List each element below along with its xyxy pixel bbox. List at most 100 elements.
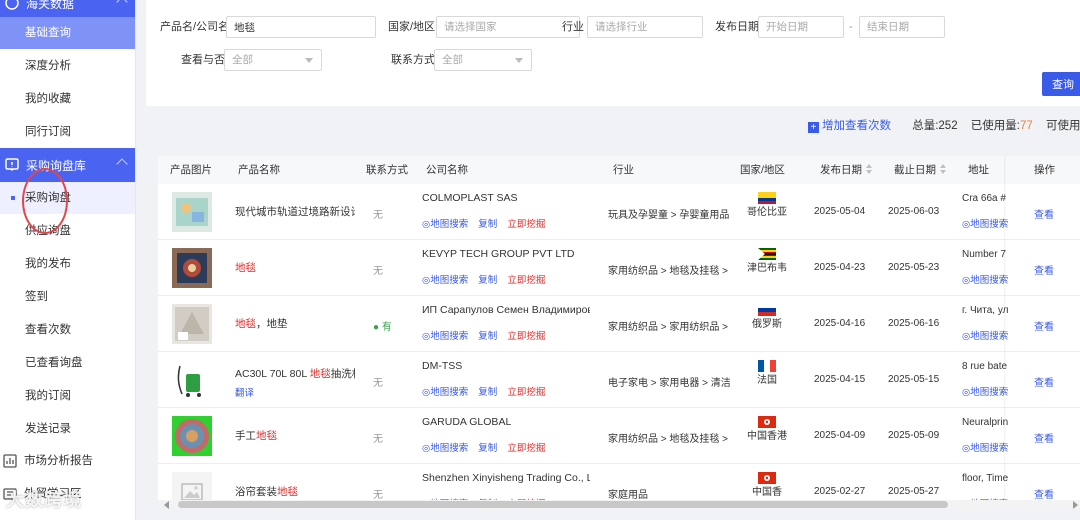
view-button[interactable]: 查看 [1034, 486, 1054, 500]
horizontal-scrollbar[interactable] [164, 500, 1080, 509]
industry: 电子家电 > 家用电器 > 清洁 [608, 378, 730, 389]
copy-link[interactable]: 复制 [478, 219, 497, 230]
view-button[interactable]: 查看 [1034, 374, 1054, 389]
view-button[interactable]: 查看 [1034, 430, 1054, 445]
sidebar-item-send-records[interactable]: 发送记录 [0, 413, 135, 445]
end-date-input[interactable] [859, 16, 945, 38]
sidebar-item-supply-inquiry[interactable]: 供应询盘 [0, 215, 135, 247]
th-name: 产品名称 [238, 156, 280, 184]
address-map-link[interactable]: ◎地图搜索 [962, 216, 1008, 230]
sidebar-item-label: 已查看询盘 [25, 357, 83, 369]
th-country: 国家/地区 [740, 156, 785, 184]
dig-now-link[interactable]: 立即挖掘 [507, 331, 545, 342]
product-thumbnail[interactable] [172, 472, 212, 500]
th-deadline[interactable]: 截止日期 [894, 156, 946, 184]
product-thumbnail[interactable] [172, 192, 212, 232]
country-flag-icon [758, 472, 776, 484]
map-search-link[interactable]: ◎地图搜索 [422, 219, 468, 230]
product-thumbnail[interactable] [172, 248, 212, 288]
industry-input[interactable] [587, 16, 703, 38]
viewed-select-value: 全部 [232, 54, 253, 66]
query-button[interactable]: 查询 [1042, 72, 1080, 96]
sidebar-group-label: 采购询盘库 [26, 158, 87, 173]
deadline-date: 2025-05-23 [888, 262, 940, 273]
product-name-text: 现代城市轨道过境路新设计 [235, 206, 355, 218]
sidebar-item-label: 查看次数 [25, 324, 71, 336]
address-map-link[interactable]: ◎地图搜索 [962, 384, 1008, 398]
country-name: 法国 [757, 375, 777, 386]
view-button[interactable]: 查看 [1034, 318, 1054, 333]
sidebar-item-peer-subscription[interactable]: 同行订阅 [0, 116, 135, 148]
sidebar-item-procurement-inquiry[interactable]: 采购询盘 [0, 182, 135, 214]
deadline-date: 2025-05-09 [888, 430, 940, 441]
scroll-right-icon[interactable] [1073, 501, 1078, 509]
dig-now-link[interactable]: 立即挖掘 [507, 275, 545, 286]
product-name-text: 手工 [235, 430, 256, 442]
copy-link[interactable]: 复制 [478, 275, 497, 286]
keyword-highlight: 地毯 [235, 318, 256, 330]
copy-link[interactable]: 复制 [478, 443, 497, 454]
address-map-link[interactable]: ◎地图搜索 [962, 440, 1008, 454]
sidebar-item-view-count[interactable]: 查看次数 [0, 314, 135, 346]
sidebar-item-favorites[interactable]: 我的收藏 [0, 83, 135, 115]
th-publish-date[interactable]: 发布日期 [820, 156, 872, 184]
map-search-link[interactable]: ◎地图搜索 [422, 387, 468, 398]
sidebar-item-label: 基础查询 [25, 27, 71, 39]
address: 8 rue bate [962, 361, 1008, 372]
th-contact: 联系方式 [366, 156, 408, 184]
available-label: 可使用量: [1046, 120, 1080, 132]
sidebar-item-deep-analysis[interactable]: 深度分析 [0, 50, 135, 82]
translate-link[interactable]: 翻译 [235, 385, 355, 399]
add-views-link[interactable]: + 增加查看次数 [808, 120, 891, 133]
viewed-select[interactable]: 全部 [224, 49, 322, 71]
deadline-date: 2025-05-27 [888, 486, 940, 497]
country-name: 津巴布韦 [747, 263, 787, 274]
map-search-link[interactable]: ◎地图搜索 [422, 275, 468, 286]
address-map-link[interactable]: ◎地图搜索 [962, 328, 1008, 342]
dig-now-link[interactable]: 立即挖掘 [507, 219, 545, 230]
deadline-date: 2025-06-16 [888, 318, 940, 329]
contact-status: ● 有 [373, 318, 392, 333]
product-thumbnail[interactable] [172, 304, 212, 344]
country-input[interactable] [436, 16, 580, 38]
view-button[interactable]: 查看 [1034, 262, 1054, 277]
product-input[interactable] [226, 16, 376, 38]
sidebar-item-my-posts[interactable]: 我的发布 [0, 248, 135, 280]
map-search-link[interactable]: ◎地图搜索 [422, 331, 468, 342]
start-date-input[interactable] [758, 16, 844, 38]
industry-label: 行业 [562, 21, 584, 33]
product-thumbnail[interactable] [172, 416, 212, 456]
sidebar-item-check-in[interactable]: 签到 [0, 281, 135, 313]
contact-status-text: 无 [373, 434, 383, 445]
address-map-link[interactable]: ◎地图搜索 [962, 272, 1008, 286]
total-value: 252 [938, 120, 958, 132]
product-thumbnail[interactable] [172, 360, 212, 400]
deadline-date: 2025-06-03 [888, 206, 940, 217]
sidebar-item-basic-query[interactable]: 基础查询 [0, 17, 135, 49]
sidebar-item-market-report[interactable]: 市场分析报告 [0, 445, 135, 477]
industry: 家用纺织品 > 家用纺织品 > 地 [608, 322, 730, 333]
copy-link[interactable]: 复制 [478, 387, 497, 398]
contact-status: 无 [373, 374, 383, 389]
publish-date: 2025-02-27 [814, 486, 866, 497]
dig-now-link[interactable]: 立即挖掘 [507, 443, 545, 454]
contact-select[interactable]: 全部 [434, 49, 532, 71]
dig-now-link[interactable]: 立即挖掘 [507, 387, 545, 398]
sidebar-item-viewed-inquiries[interactable]: 已查看询盘 [0, 347, 135, 379]
sidebar-item-my-subscriptions[interactable]: 我的订阅 [0, 380, 135, 412]
th-address: 地址 [968, 156, 989, 184]
table-row: AC30L 70L 80L 地毯抽洗机翻译无DM-TSS◎地图搜索复制立即挖掘电… [158, 352, 1080, 408]
contact-status-text: 无 [373, 490, 383, 500]
contact-label: 联系方式 [391, 54, 435, 66]
address: Neuralprin [962, 417, 1008, 428]
view-button[interactable]: 查看 [1034, 206, 1054, 221]
scroll-left-icon[interactable] [164, 501, 169, 509]
industry: 家用纺织品 > 地毯及挂毯 > 地 [608, 266, 730, 277]
scrollbar-thumb[interactable] [178, 501, 948, 508]
keyword-highlight: 地毯 [235, 262, 256, 274]
th-industry: 行业 [613, 156, 634, 184]
th-company: 公司名称 [426, 156, 468, 184]
sidebar-group-procurement[interactable]: 采购询盘库 [0, 148, 135, 182]
copy-link[interactable]: 复制 [478, 331, 497, 342]
map-search-link[interactable]: ◎地图搜索 [422, 443, 468, 454]
